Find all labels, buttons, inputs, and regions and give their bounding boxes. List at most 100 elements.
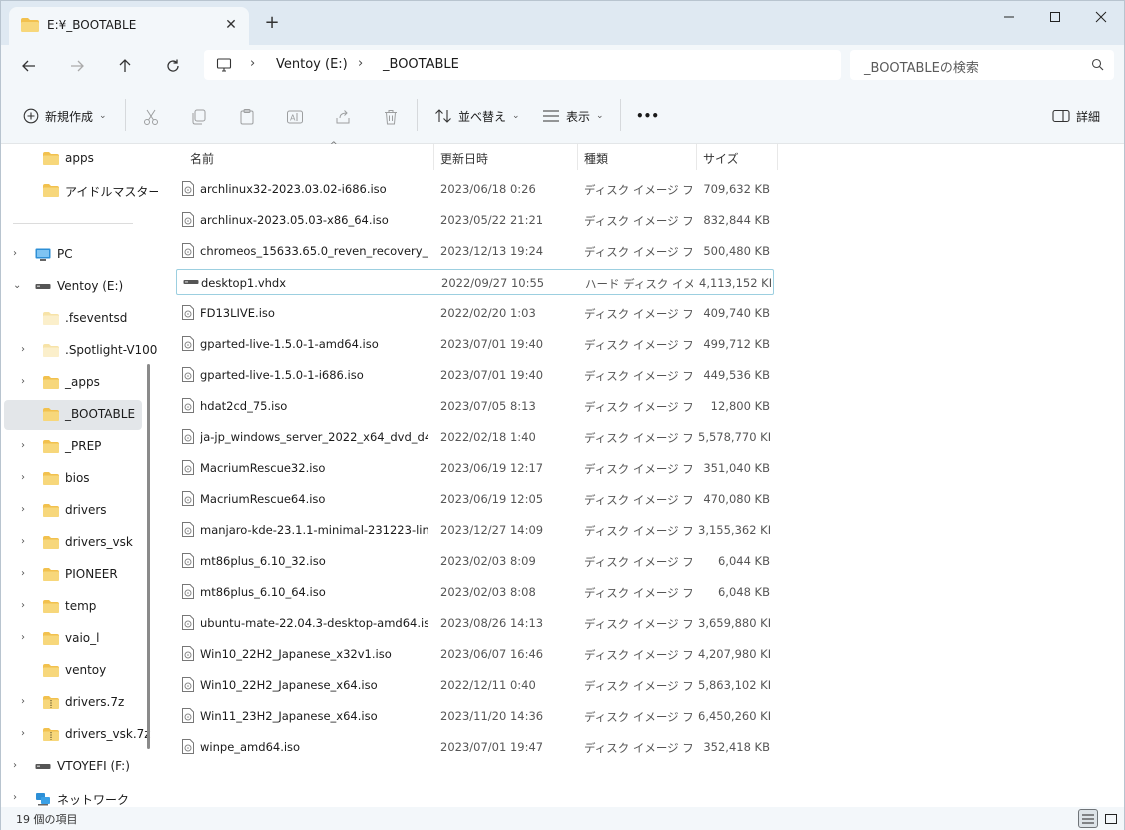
column-header-type[interactable]: 種類 [578,144,697,170]
sidebar-item[interactable]: › _PREP [1,432,146,462]
chevron-right-icon[interactable]: › [21,344,25,355]
rename-button[interactable]: A [285,107,305,127]
sidebar-item[interactable]: › vaio_l [1,624,146,654]
sidebar-item[interactable]: › drivers [1,496,146,526]
chevron-right-icon[interactable]: › [21,376,25,387]
sidebar-item[interactable]: アイドルマスター ミリ [1,176,158,206]
sidebar-item[interactable]: › temp [1,592,146,622]
sidebar-scrollbar[interactable] [147,364,150,749]
sidebar-item[interactable]: › drivers_vsk [1,528,146,558]
refresh-button[interactable] [159,53,187,79]
column-header-size[interactable]: サイズ [697,144,778,170]
copy-button[interactable] [189,107,209,127]
back-button[interactable] [15,53,43,79]
file-row[interactable]: gparted-live-1.5.0-1-amd64.iso 2023/07/01… [176,331,774,357]
search-box[interactable]: _BOOTABLEの検索 [850,50,1114,80]
chevron-right-icon[interactable]: › [13,248,17,259]
file-row[interactable]: FD13LIVE.iso 2022/02/20 1:03 ディスク イメージ ファ.… [176,300,774,326]
new-button[interactable]: 新規作成 ⌄ [23,104,107,128]
more-options-button[interactable]: ••• [636,104,659,128]
address-bar[interactable]: › Ventoy (E:) › _BOOTABLE [204,50,841,80]
iso-file-icon [182,739,194,757]
file-row[interactable]: archlinux32-2023.03.02-i686.iso 2023/06/1… [176,176,774,202]
sort-button[interactable]: 並べ替え ⌄ [434,104,520,128]
folder-icon [43,408,59,424]
sidebar-item[interactable]: › PC [1,240,146,270]
delete-button[interactable] [381,107,401,127]
chevron-right-icon[interactable]: › [21,536,25,547]
file-row[interactable]: MacriumRescue64.iso 2023/06/19 12:05 ディスク … [176,486,774,512]
share-button[interactable] [333,107,353,127]
navigation-bar: › Ventoy (E:) › _BOOTABLE _BOOTABLEの検索 [1,45,1124,87]
breadcrumb-bootable[interactable]: _BOOTABLE [383,57,459,72]
sidebar-item[interactable]: › PIONEER [1,560,146,590]
breadcrumb-ventoy[interactable]: Ventoy (E:) [276,57,348,72]
view-button[interactable]: 表示 ⌄ [542,104,604,128]
chevron-right-icon[interactable]: › [21,696,25,707]
sidebar-item[interactable]: ventoy [1,656,146,686]
file-size: 5,863,102 KB [698,678,770,692]
new-tab-button[interactable]: + [261,13,283,35]
file-date: 2023/12/27 14:09 [440,523,544,537]
file-row[interactable]: ubuntu-mate-22.04.3-desktop-amd64.iso 202… [176,610,774,636]
file-name: MacriumRescue32.iso [200,461,326,475]
sidebar-item[interactable]: › .Spotlight-V100 [1,336,157,366]
chevron-right-icon[interactable]: › [21,600,25,611]
file-row[interactable]: Win10_22H2_Japanese_x32v1.iso 2023/06/07 … [176,641,774,667]
chevron-right-icon[interactable]: › [21,632,25,643]
column-header-name[interactable]: 名前 ^ [184,141,434,170]
file-row[interactable]: chromeos_15633.65.0_reven_recovery_sta..… [176,238,774,264]
minimize-button[interactable] [986,1,1032,33]
chevron-right-icon[interactable]: › [13,760,17,771]
tab-bootable[interactable]: E:¥_BOOTABLE ✕ [9,7,249,45]
sidebar-item[interactable]: › VTOYEFI (F:) [1,752,146,782]
details-pane-button[interactable]: 詳細 [1052,104,1100,128]
tiles-view-button[interactable] [1101,809,1121,828]
sidebar-item[interactable]: ⌄ Ventoy (E:) [1,272,146,302]
up-button[interactable] [111,53,139,79]
search-input[interactable]: _BOOTABLEの検索 [864,57,979,76]
file-name: mt86plus_6.10_32.iso [200,554,326,568]
sidebar-item[interactable]: .fseventsd [1,304,146,334]
file-name: Win10_22H2_Japanese_x32v1.iso [200,647,392,661]
file-size: 409,740 KB [703,306,770,320]
sidebar-item[interactable]: › _apps [1,368,146,398]
column-header-date[interactable]: 更新日時 [434,144,578,170]
file-row[interactable]: winpe_amd64.iso 2023/07/01 19:47 ディスク イメージ… [176,734,774,760]
folder-icon [43,376,59,392]
chevron-right-icon[interactable]: › [21,568,25,579]
close-window-button[interactable] [1078,1,1124,33]
chevron-right-icon[interactable]: › [21,440,25,451]
sidebar-item[interactable]: _BOOTABLE [4,400,142,430]
chevron-right-icon[interactable]: › [21,472,25,483]
file-row[interactable]: mt86plus_6.10_32.iso 2023/02/03 8:09 ディスク … [176,548,774,574]
file-row[interactable]: manjaro-kde-23.1.1-minimal-231223-linu..… [176,517,774,543]
sidebar-item[interactable]: › drivers.7z [1,688,146,718]
file-row[interactable]: mt86plus_6.10_64.iso 2023/02/03 8:08 ディスク … [176,579,774,605]
chevron-right-icon[interactable]: › [21,504,25,515]
sidebar-item[interactable]: apps [1,144,146,174]
file-row[interactable]: hdat2cd_75.iso 2023/07/05 8:13 ディスク イメージ フ… [176,393,774,419]
sidebar-item-label: アイドルマスター ミリ [65,185,158,199]
chevron-down-icon[interactable]: ⌄ [13,280,21,291]
chevron-right-icon[interactable]: › [21,728,25,739]
sidebar-item[interactable]: › drivers_vsk.7z [1,720,151,750]
file-row[interactable]: Win10_22H2_Japanese_x64.iso 2022/12/11 0:… [176,672,774,698]
file-row[interactable]: ja-jp_windows_server_2022_x64_dvd_d49...… [176,424,774,450]
file-row[interactable]: MacriumRescue32.iso 2023/06/19 12:17 ディスク … [176,455,774,481]
close-tab-icon[interactable]: ✕ [221,15,241,35]
file-row[interactable]: gparted-live-1.5.0-1-i686.iso 2023/07/01 … [176,362,774,388]
sidebar-item[interactable]: › ネットワーク [1,784,146,807]
cut-button[interactable] [141,107,161,127]
paste-button[interactable] [237,107,257,127]
forward-button[interactable] [63,53,91,79]
file-row[interactable]: Win11_23H2_Japanese_x64.iso 2023/11/20 14… [176,703,774,729]
chevron-down-icon: ⌄ [512,111,520,121]
sidebar-item-label: drivers_vsk.7z [65,727,151,741]
maximize-button[interactable] [1032,1,1078,33]
sidebar-item[interactable]: › bios [1,464,146,494]
file-row[interactable]: desktop1.vhdx 2022/09/27 10:55 ハード ディスク イメ… [176,269,774,295]
chevron-right-icon[interactable]: › [13,792,17,803]
details-view-button[interactable] [1078,809,1098,828]
file-row[interactable]: archlinux-2023.05.03-x86_64.iso 2023/05/2… [176,207,774,233]
